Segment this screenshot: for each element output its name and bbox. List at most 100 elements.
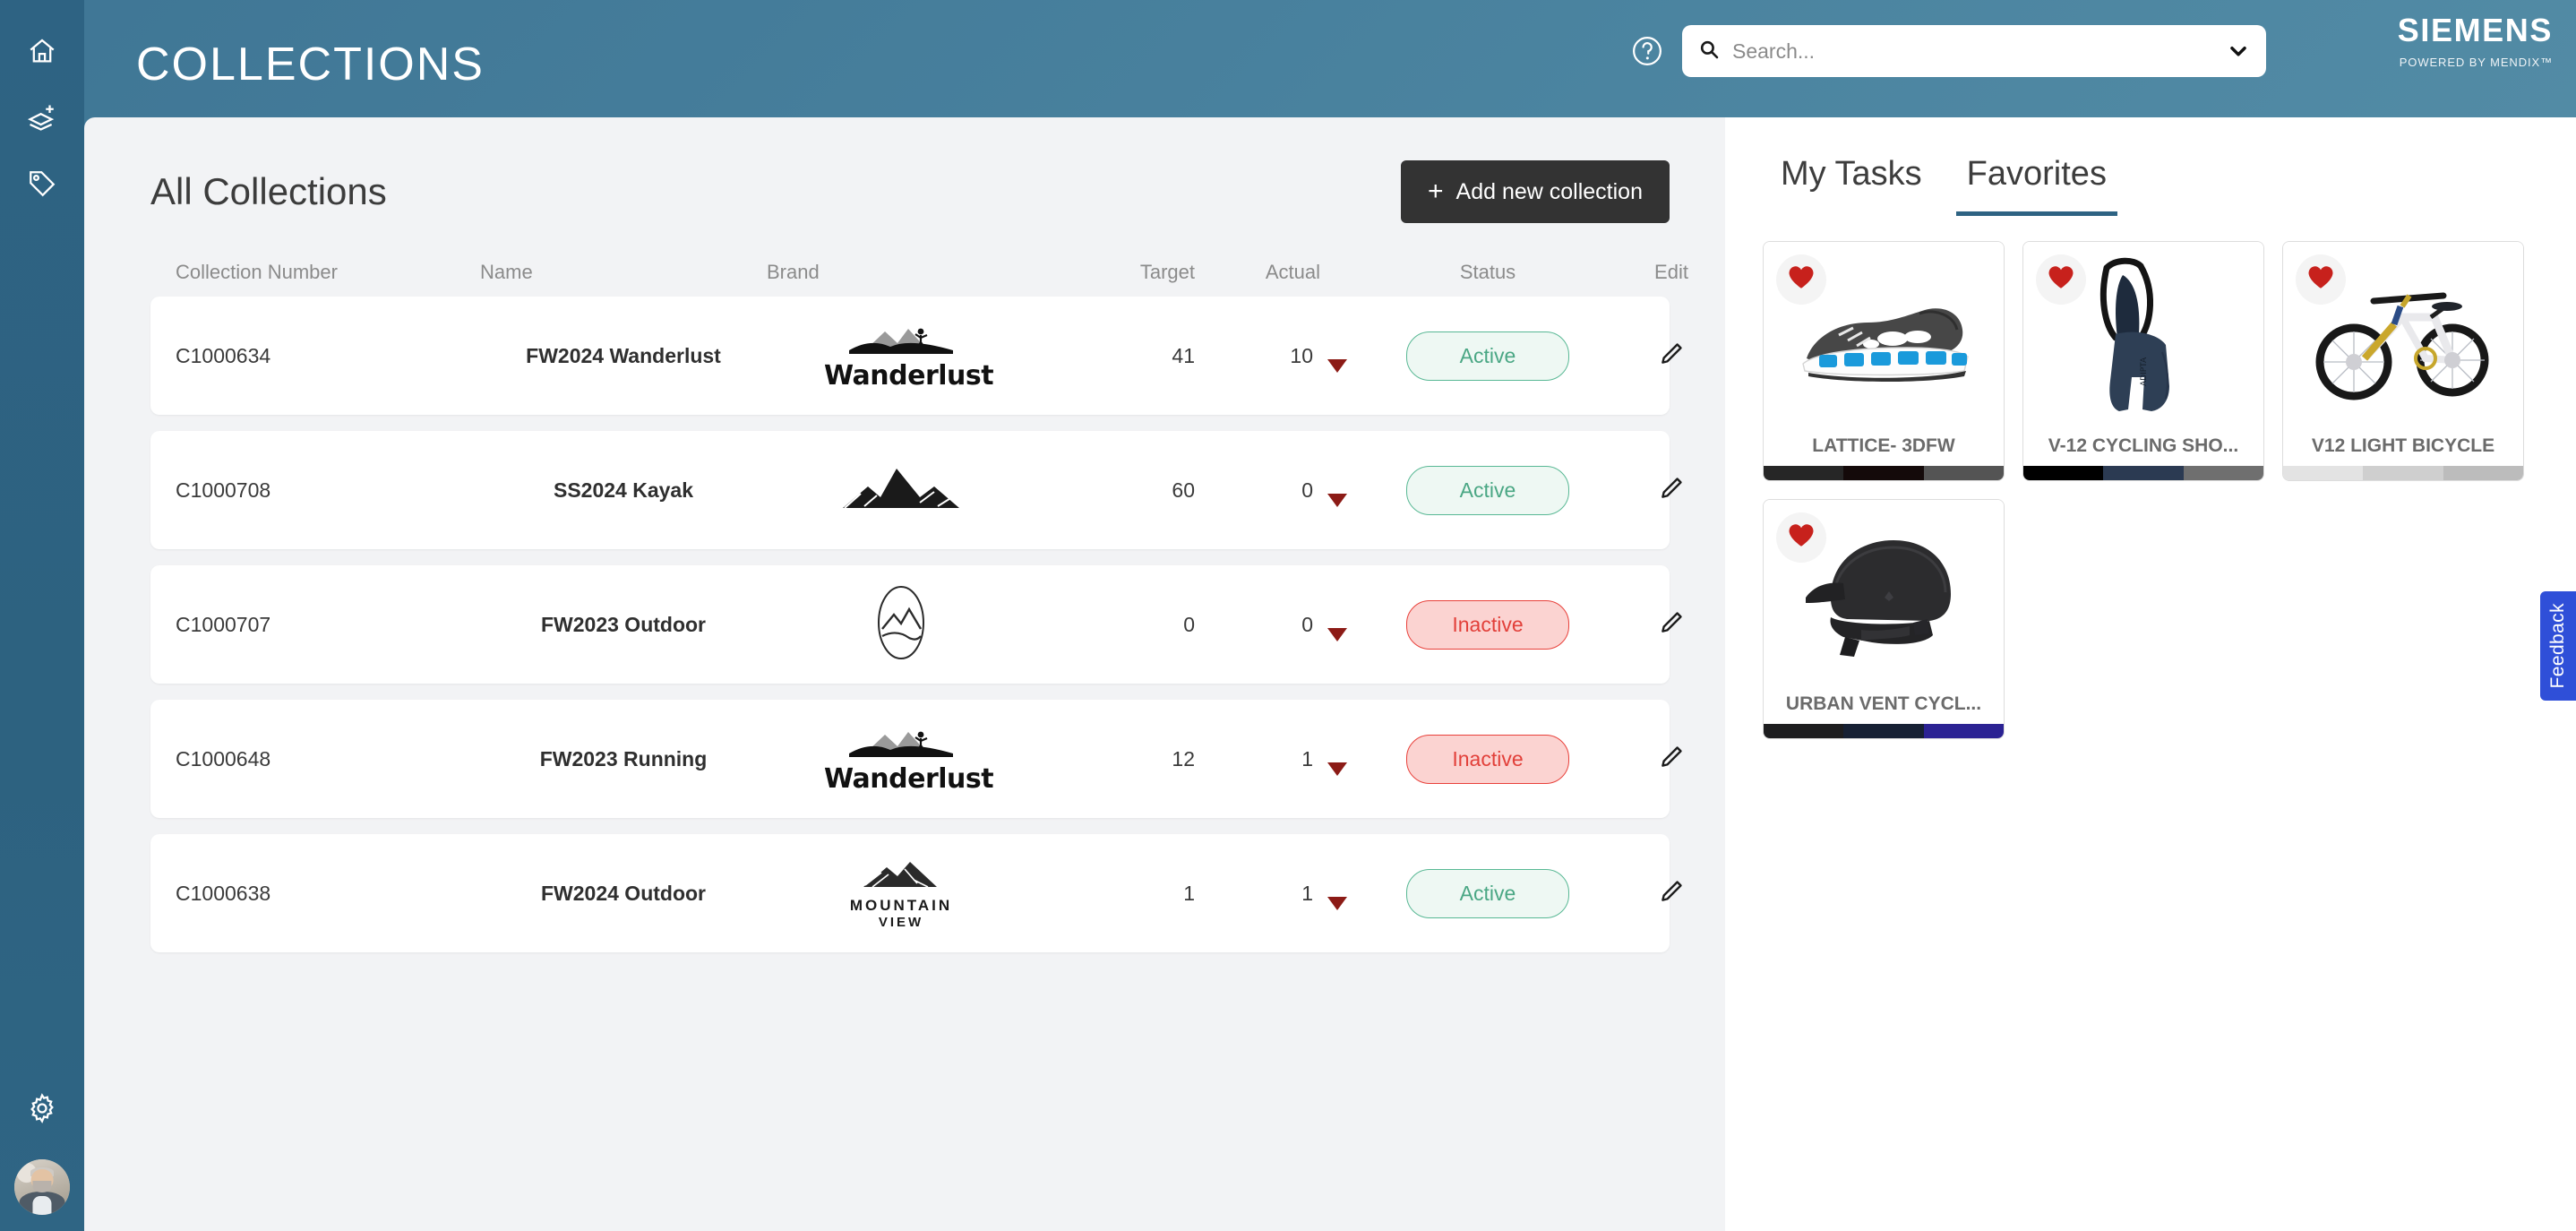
- panel-tabs: My Tasks Favorites: [1725, 117, 2576, 216]
- cell-brand: MOUNTAIN VIEW: [767, 857, 1035, 930]
- sidebar-item-settings[interactable]: [14, 1080, 70, 1136]
- sidebar-item-add-collection[interactable]: [14, 90, 70, 145]
- left-sidebar: [0, 0, 84, 1231]
- favorite-toggle[interactable]: [1776, 254, 1826, 305]
- collections-panel: All Collections + Add new collection Col…: [84, 117, 1725, 1231]
- wanderlust-logo: Wanderlust: [824, 320, 994, 392]
- help-circle-icon[interactable]: [1630, 34, 1664, 68]
- swatch[interactable]: [2023, 466, 2104, 480]
- cell-collection-number: C1000648: [176, 746, 271, 770]
- pencil-icon[interactable]: [1658, 475, 1685, 506]
- cell-actual-value: 10: [1290, 343, 1313, 367]
- swatch[interactable]: [1764, 466, 1844, 480]
- chevron-down-icon[interactable]: [2227, 39, 2250, 63]
- feedback-label: Feedback: [2547, 603, 2568, 689]
- gear-icon: [27, 1093, 57, 1123]
- status-badge[interactable]: Active: [1406, 465, 1569, 515]
- panel-header: All Collections + Add new collection: [84, 117, 1725, 223]
- color-swatches: [2023, 466, 2263, 480]
- add-new-collection-button[interactable]: + Add new collection: [1401, 160, 1670, 223]
- cell-brand: [767, 584, 1035, 666]
- swatch[interactable]: [1843, 724, 1924, 738]
- avatar[interactable]: [14, 1159, 70, 1215]
- status-badge[interactable]: Active: [1406, 868, 1569, 918]
- cell-name: FW2023 Outdoor: [540, 612, 706, 636]
- table-row[interactable]: C1000648 FW2023 Running Wanderlust 12 1 …: [150, 700, 1682, 818]
- product-title: URBAN VENT CYCL...: [1785, 693, 1982, 714]
- heart-icon: [2048, 265, 2074, 294]
- cell-status: Active: [1367, 868, 1609, 918]
- cell-target: 60: [1172, 478, 1195, 502]
- plus-icon: +: [1428, 176, 1444, 206]
- top-right-controls: [1630, 25, 2266, 77]
- swatch[interactable]: [2283, 466, 2364, 480]
- sidebar-item-home[interactable]: [14, 23, 70, 79]
- favorite-card[interactable]: LATTICE- 3DFW: [1763, 241, 2005, 481]
- status-badge[interactable]: Inactive: [1406, 599, 1569, 650]
- favorite-toggle[interactable]: [1776, 512, 1826, 563]
- status-badge[interactable]: Inactive: [1406, 734, 1569, 784]
- svg-text:ADIPTA: ADIPTA: [2140, 357, 2149, 386]
- trend-down-icon: [1327, 896, 1347, 910]
- cell-collection-number: C1000634: [176, 343, 271, 367]
- cell-target: 41: [1172, 343, 1195, 367]
- cell-actual: 0: [1206, 474, 1367, 507]
- tab-my-tasks[interactable]: My Tasks: [1770, 151, 1933, 216]
- cell-status: Inactive: [1367, 599, 1609, 650]
- table-row[interactable]: C1000708 SS2024 Kayak 60 0 Active: [150, 431, 1682, 549]
- favorite-card[interactable]: V12 LIGHT BICYCLE: [2282, 241, 2524, 481]
- cell-target: 12: [1172, 746, 1195, 770]
- wanderlust-wordmark: Wanderlust: [824, 360, 994, 392]
- siemens-logo-text: SIEMENS: [2397, 12, 2553, 48]
- cell-brand: Wanderlust: [767, 723, 1035, 795]
- search-bar[interactable]: [1682, 25, 2266, 77]
- feedback-tab[interactable]: Feedback: [2540, 591, 2576, 701]
- avatar-shirt: [32, 1195, 52, 1215]
- favorite-card[interactable]: URBAN VENT CYCL...: [1763, 499, 2005, 739]
- swatch[interactable]: [1764, 724, 1844, 738]
- table-row[interactable]: C1000638 FW2024 Outdoor MOUNTAIN VIEW 1 …: [150, 834, 1682, 952]
- swatch[interactable]: [2183, 466, 2263, 480]
- trend-down-icon: [1327, 627, 1347, 641]
- cell-actual-value: 1: [1301, 881, 1313, 905]
- sidebar-item-tags[interactable]: [14, 156, 70, 211]
- swatch[interactable]: [1923, 724, 2004, 738]
- cell-status: Active: [1367, 331, 1609, 381]
- oval-mountain-logo: [870, 584, 932, 666]
- application-root: COLLECTIONS SIEMENS POWERE: [0, 0, 2576, 1231]
- cell-edit: [1609, 744, 1734, 775]
- column-header-actual: Actual: [1265, 261, 1320, 283]
- powered-by-mendix: POWERED BY MENDIX™: [2399, 55, 2553, 69]
- favorite-toggle[interactable]: [2036, 254, 2086, 305]
- status-badge[interactable]: Active: [1406, 331, 1569, 381]
- heart-icon: [1788, 523, 1815, 552]
- cell-collection-number: C1000638: [176, 881, 271, 905]
- search-input[interactable]: [1732, 39, 2214, 64]
- column-header-target: Target: [1139, 261, 1195, 283]
- cell-actual: 1: [1206, 743, 1367, 776]
- swatch[interactable]: [1843, 466, 1924, 480]
- pencil-icon[interactable]: [1658, 609, 1685, 641]
- all-collections-title: All Collections: [150, 170, 387, 212]
- cell-edit: [1609, 609, 1734, 641]
- swatch[interactable]: [2363, 466, 2443, 480]
- table-row[interactable]: C1000634 FW2024 Wanderlust Wanderlust 41: [150, 297, 1682, 415]
- collections-table: Collection Number Name Brand Target Actu…: [150, 261, 1688, 952]
- cell-actual: 1: [1206, 877, 1367, 910]
- swatch[interactable]: [1923, 466, 2004, 480]
- favorite-toggle[interactable]: [2296, 254, 2346, 305]
- cell-collection-number: C1000707: [176, 612, 271, 636]
- pencil-icon[interactable]: [1658, 340, 1685, 372]
- table-row[interactable]: C1000707 FW2023 Outdoor 0 0 Inactive: [150, 565, 1682, 684]
- swatch[interactable]: [2103, 466, 2184, 480]
- color-swatches: [1764, 466, 2004, 480]
- favorite-card[interactable]: ADIPTA V-12 CYCLING SHO...: [2022, 241, 2264, 481]
- pencil-icon[interactable]: [1658, 878, 1685, 909]
- cell-brand: [767, 463, 1035, 518]
- column-header-status: Status: [1459, 261, 1516, 283]
- trend-down-icon: [1327, 493, 1347, 507]
- pencil-icon[interactable]: [1658, 744, 1685, 775]
- cell-actual-value: 0: [1301, 612, 1313, 636]
- tab-favorites[interactable]: Favorites: [1955, 151, 2117, 216]
- swatch[interactable]: [2443, 466, 2523, 480]
